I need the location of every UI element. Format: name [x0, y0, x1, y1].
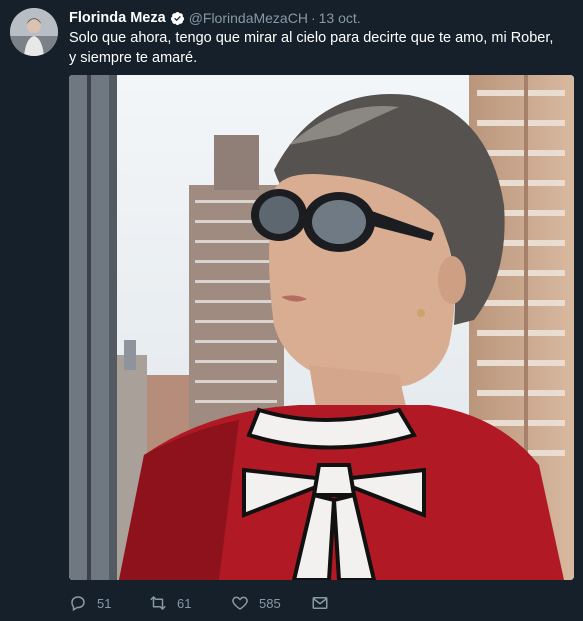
tweet-photo[interactable]: [69, 75, 574, 580]
retweet-count: 61: [177, 595, 192, 611]
reply-count: 51: [97, 595, 112, 611]
avatar[interactable]: [10, 8, 58, 56]
verified-badge-icon: [170, 11, 185, 26]
like-count: 585: [259, 595, 281, 611]
retweet-icon: [149, 594, 167, 612]
tweet[interactable]: Florinda Meza @FlorindaMezaCH · 13 oct. …: [0, 0, 583, 621]
like-button[interactable]: 585: [231, 594, 311, 612]
tweet-date[interactable]: 13 oct.: [319, 10, 361, 26]
reply-icon: [69, 594, 87, 612]
direct-message-button[interactable]: [311, 594, 329, 612]
reply-button[interactable]: 51: [69, 594, 149, 612]
tweet-text: Solo que ahora, tengo que mirar al cielo…: [69, 30, 554, 66]
retweet-button[interactable]: 61: [149, 594, 231, 612]
envelope-icon: [311, 594, 329, 612]
tweet-actions: 51 61 585: [69, 592, 329, 614]
separator-dot: ·: [310, 10, 316, 26]
heart-icon: [231, 594, 249, 612]
tweet-header: Florinda Meza @FlorindaMezaCH · 13 oct.: [69, 8, 573, 28]
user-handle[interactable]: @FlorindaMezaCH: [189, 10, 308, 26]
display-name[interactable]: Florinda Meza: [69, 10, 166, 26]
